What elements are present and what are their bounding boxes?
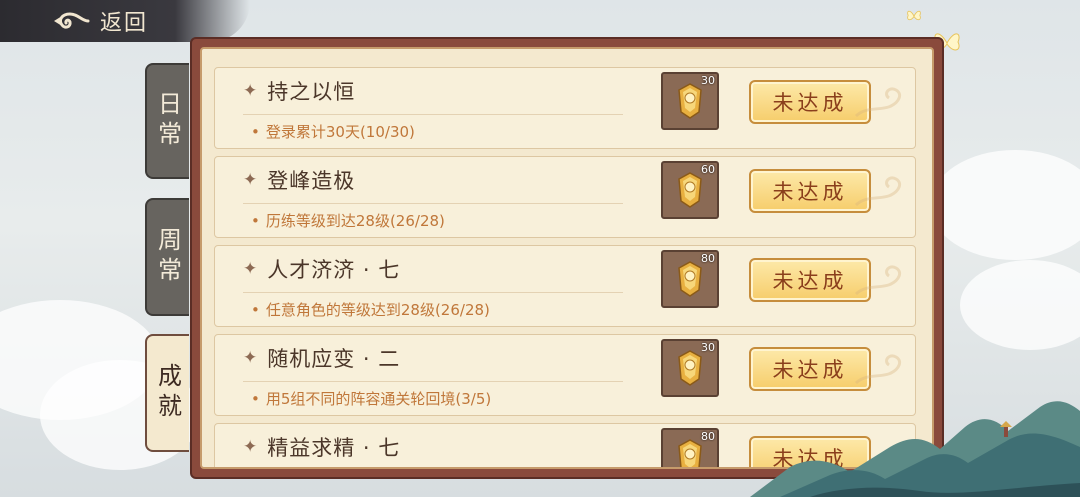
task-title: ✦ 精益求精 · 七 xyxy=(243,432,400,462)
reward-slot[interactable]: 60 xyxy=(661,161,719,219)
back-swirl-icon xyxy=(54,12,90,29)
task-title-text: 人才济济 · 七 xyxy=(267,258,401,282)
back-label: 返回 xyxy=(100,11,149,36)
task-row: ✦ 持之以恒 • 登录累计30天(10/30) 30 未达成 xyxy=(214,67,916,149)
tab-label: 成就 xyxy=(153,363,182,423)
tab-daily[interactable]: 日常 xyxy=(145,63,189,179)
status-label: 未达成 xyxy=(772,358,848,382)
task-description-text: 登录累计30天(10/30) xyxy=(265,123,415,141)
back-button[interactable]: 返回 xyxy=(52,4,162,38)
mountain-decoration xyxy=(750,401,1080,497)
task-description: • 任意角色的等级达到28级(26/28) xyxy=(251,301,490,319)
background-cloud xyxy=(930,150,1080,260)
divider xyxy=(243,114,623,115)
tab-label: 周常 xyxy=(153,227,182,287)
cloud-swirl-icon xyxy=(854,87,902,118)
task-title: ✦ 持之以恒 xyxy=(243,76,355,106)
task-title-text: 精益求精 · 七 xyxy=(267,436,401,460)
four-point-star-icon: ✦ xyxy=(243,81,258,101)
background-cloud xyxy=(960,260,1080,350)
divider xyxy=(243,292,623,293)
task-row: ✦ 登峰造极 • 历练等级到达28级(26/28) 60 未达成 xyxy=(214,156,916,238)
tab-weekly[interactable]: 周常 xyxy=(145,198,189,316)
four-point-star-icon: ✦ xyxy=(243,437,258,457)
task-title-text: 随机应变 · 二 xyxy=(267,347,401,371)
tab-label: 日常 xyxy=(153,91,182,151)
task-description-text: 历练等级到达28级(26/28) xyxy=(265,212,445,230)
reward-count: 80 xyxy=(701,252,715,265)
reward-count: 80 xyxy=(701,430,715,443)
reward-count: 30 xyxy=(701,74,715,87)
task-title: ✦ 随机应变 · 二 xyxy=(243,343,400,373)
divider xyxy=(243,203,623,204)
four-point-star-icon: ✦ xyxy=(243,170,258,190)
status-label: 未达成 xyxy=(772,91,848,115)
tab-achievements[interactable]: 成就 xyxy=(145,334,189,452)
task-title-text: 登峰造极 xyxy=(267,169,356,193)
task-title: ✦ 登峰造极 xyxy=(243,165,355,195)
task-description-text: 用5组不同的阵容通关轮回境(3/5) xyxy=(265,390,492,408)
task-title-text: 持之以恒 xyxy=(267,80,356,104)
task-row: ✦ 人才济济 · 七 • 任意角色的等级达到28级(26/28) 80 未达成 xyxy=(214,245,916,327)
reward-slot[interactable]: 80 xyxy=(661,250,719,308)
four-point-star-icon: ✦ xyxy=(243,348,258,368)
butterfly-icon xyxy=(907,10,921,21)
divider xyxy=(243,381,623,382)
cloud-swirl-icon xyxy=(854,176,902,207)
task-description: • 用5组不同的阵容通关轮回境(3/5) xyxy=(251,390,492,408)
reward-slot[interactable]: 30 xyxy=(661,339,719,397)
reward-count: 60 xyxy=(701,163,715,176)
top-bar: 返回 xyxy=(0,0,250,42)
reward-slot[interactable]: 80 xyxy=(661,428,719,467)
status-label: 未达成 xyxy=(772,180,848,204)
task-title: ✦ 人才济济 · 七 xyxy=(243,254,400,284)
status-label: 未达成 xyxy=(772,269,848,293)
task-description: • 历练等级到达28级(26/28) xyxy=(251,212,445,230)
reward-count: 30 xyxy=(701,341,715,354)
cloud-swirl-icon xyxy=(854,265,902,296)
four-point-star-icon: ✦ xyxy=(243,259,258,279)
task-description-text: 任意角色的等级达到28级(26/28) xyxy=(265,301,490,319)
task-description: • 登录累计30天(10/30) xyxy=(251,123,415,141)
reward-slot[interactable]: 30 xyxy=(661,72,719,130)
